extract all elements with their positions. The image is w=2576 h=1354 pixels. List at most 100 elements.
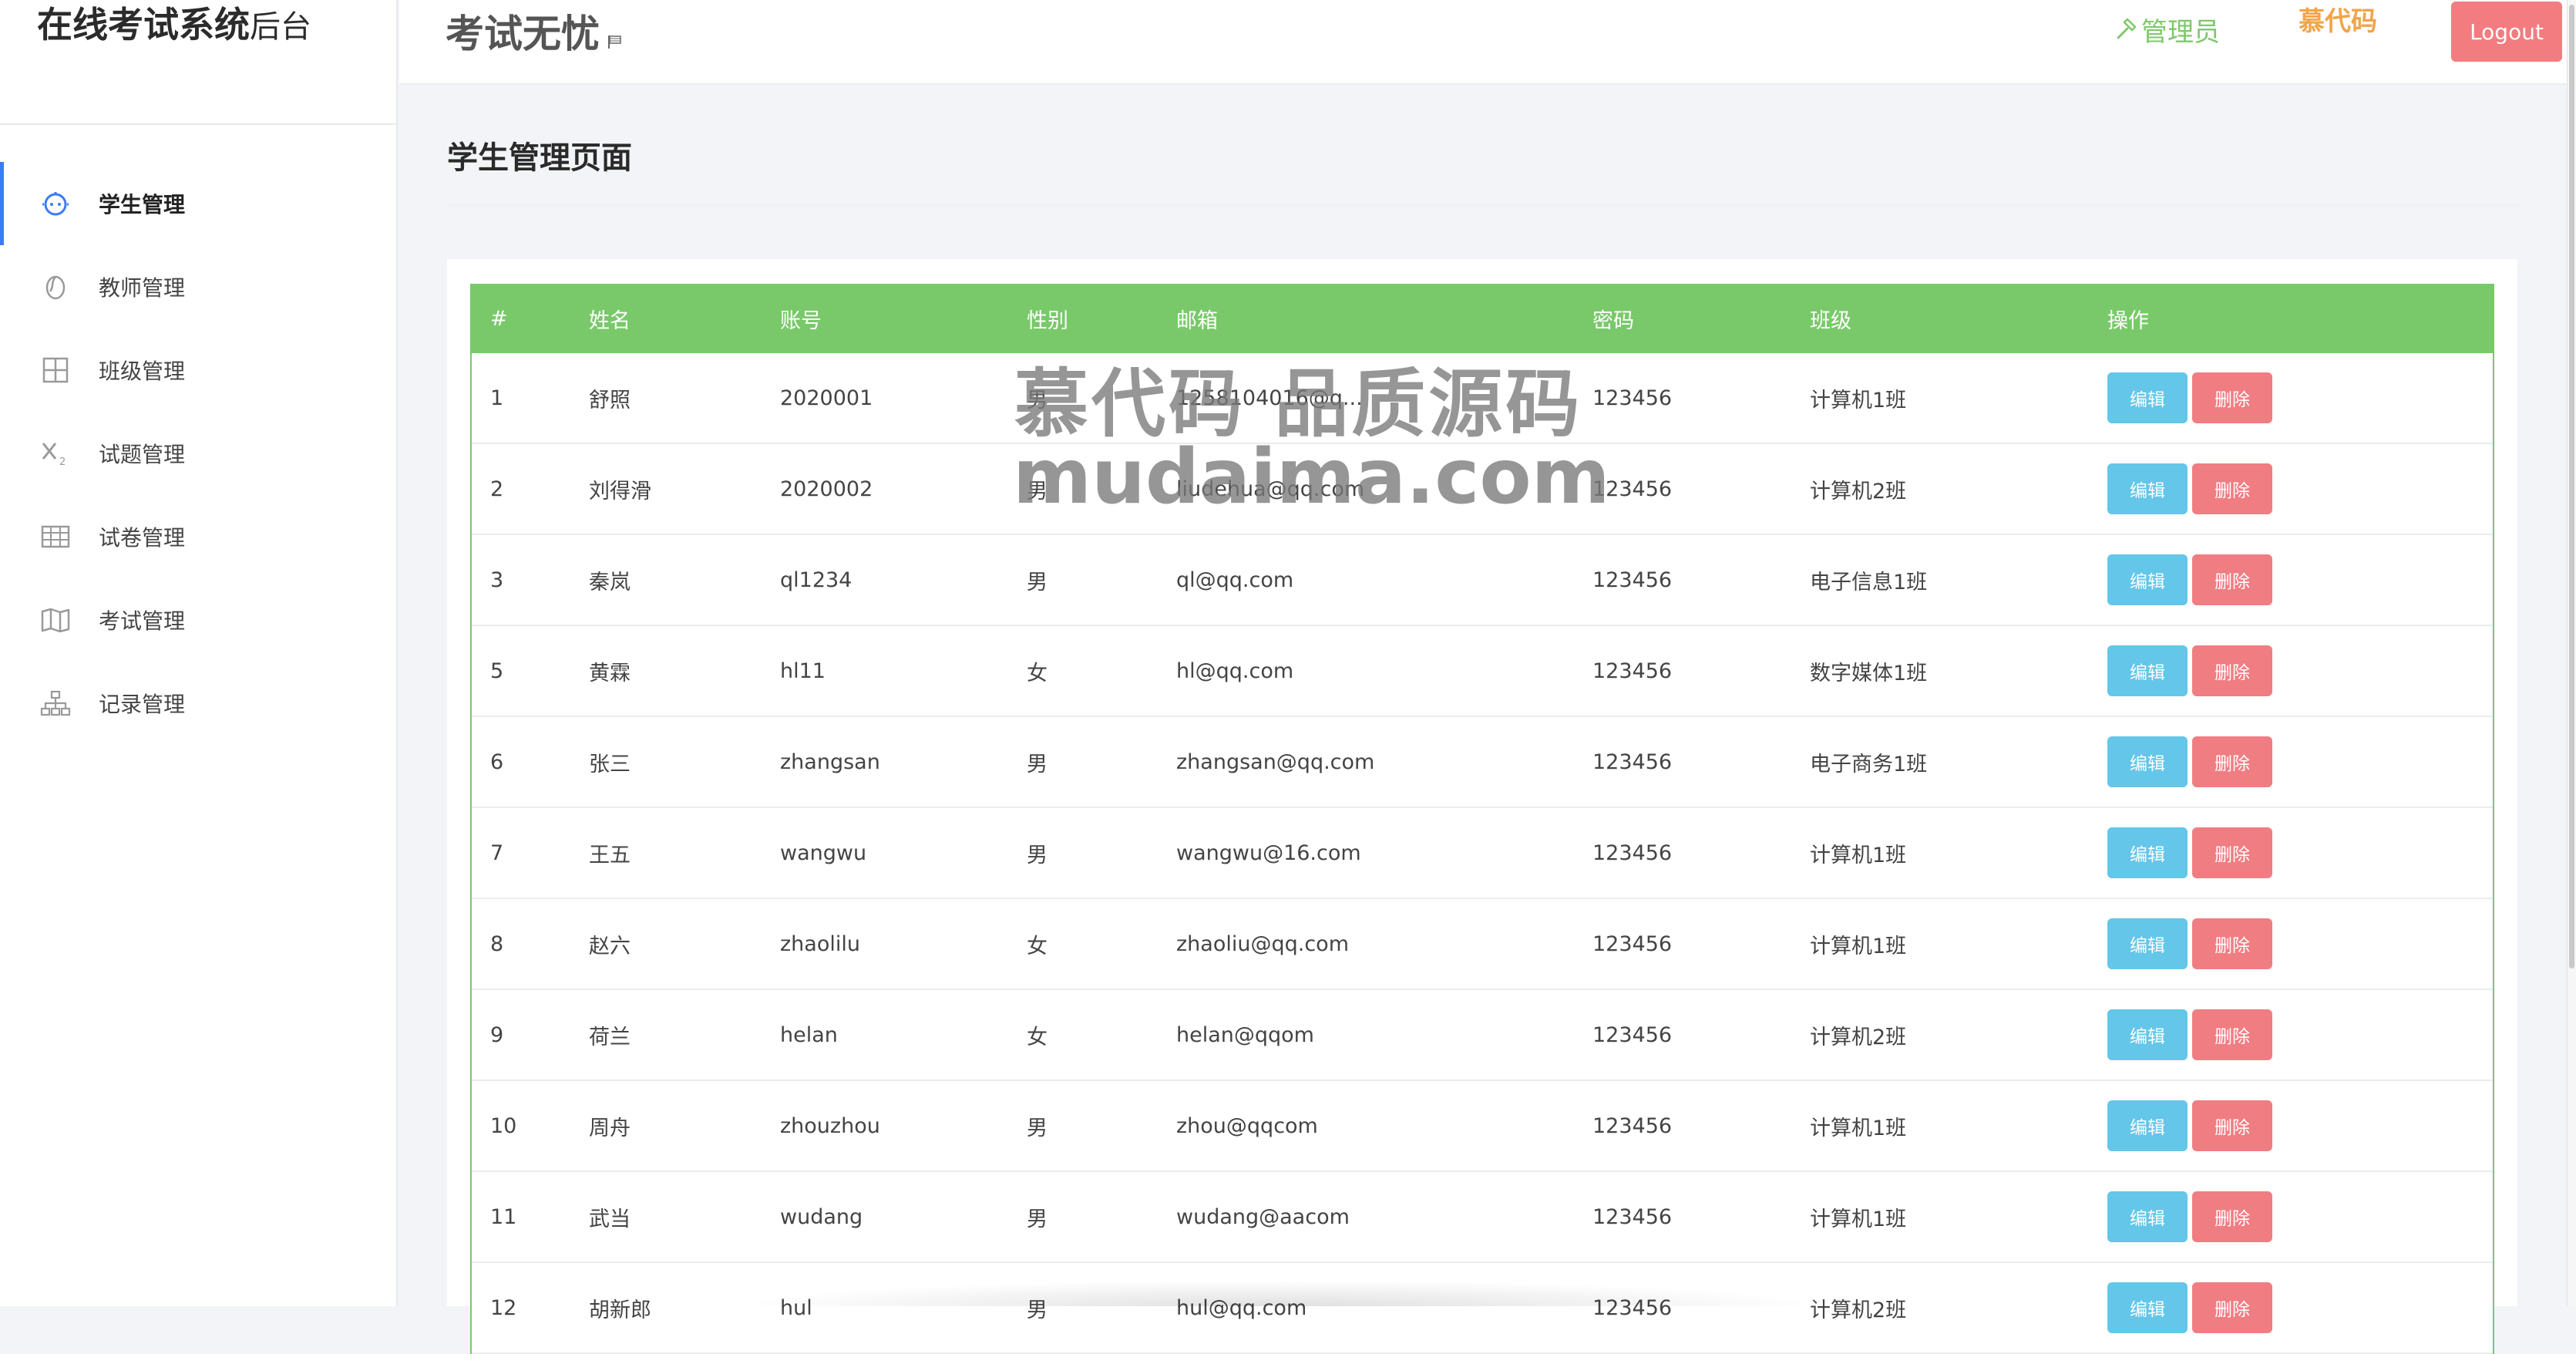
cell-index: 6: [490, 749, 504, 774]
edit-button[interactable]: 编辑: [2107, 463, 2188, 514]
logout-button[interactable]: Logout: [2451, 2, 2562, 62]
sidebar-nav: 学生管理 教师管理 班级管理 2 试题管理 试卷管理 考试管理 记录管理: [0, 162, 398, 745]
cell-account: helan: [780, 1022, 838, 1047]
cell-gender: 男: [1027, 1207, 1048, 1231]
cell-email: zhangsan@qq.com: [1176, 749, 1375, 774]
sidebar-item-questions[interactable]: 2 试题管理: [0, 412, 398, 495]
cell-account: 2020001: [780, 386, 873, 410]
cell-index: 12: [490, 1295, 517, 1320]
cell-name: 舒照: [589, 388, 631, 413]
edit-button[interactable]: 编辑: [2107, 1100, 2188, 1151]
sidebar-item-exams[interactable]: 考试管理: [0, 578, 398, 662]
cell-account: ql1234: [780, 568, 853, 592]
edit-button[interactable]: 编辑: [2107, 827, 2188, 878]
sidebar-divider: [0, 123, 398, 125]
cell-actions: 编辑 删除: [2107, 645, 2493, 696]
delete-button[interactable]: 删除: [2192, 463, 2272, 514]
cell-email: helan@qqom: [1176, 1022, 1314, 1047]
sidebar-item-teacher[interactable]: 教师管理: [0, 245, 398, 328]
cell-email: wudang@aacom: [1176, 1204, 1350, 1229]
cell-name: 赵六: [589, 934, 631, 958]
cell-password: 123456: [1592, 658, 1673, 683]
column-header-class: 班级: [1810, 308, 1851, 333]
flag-icon: [607, 14, 623, 59]
cell-index: 3: [490, 568, 504, 592]
delete-button[interactable]: 删除: [2192, 1100, 2272, 1151]
delete-button[interactable]: 删除: [2192, 1191, 2272, 1242]
brand-subtitle: 后台: [250, 9, 311, 45]
map-icon: [40, 605, 71, 635]
cell-class: 计算机1班: [1810, 1116, 1907, 1140]
edit-button[interactable]: 编辑: [2107, 372, 2188, 423]
cell-class: 计算机2班: [1810, 1025, 1907, 1049]
cell-actions: 编辑 删除: [2107, 1191, 2493, 1242]
cell-actions: 编辑 删除: [2107, 736, 2493, 787]
scrollbar-thumb[interactable]: [2569, 5, 2574, 968]
cell-index: 5: [490, 658, 504, 683]
cell-email: ql@qq.com: [1176, 568, 1294, 592]
delete-button[interactable]: 删除: [2192, 645, 2272, 696]
cell-class: 电子信息1班: [1810, 570, 1928, 594]
table-header: # 姓名 账号 性别 邮箱 密码 班级 操作: [472, 284, 2493, 353]
cell-account: wudang: [780, 1204, 863, 1229]
cell-password: 123456: [1592, 1022, 1673, 1047]
edit-button[interactable]: 编辑: [2107, 736, 2188, 787]
cell-index: 7: [490, 840, 504, 865]
cell-actions: 编辑 删除: [2107, 827, 2493, 878]
table-row: 8 赵六 zhaolilu 女 zhaoliu@qq.com 123456 计算机1班 编辑删…: [472, 899, 2493, 990]
site-brand[interactable]: 慕代码: [2299, 0, 2377, 38]
cell-index: 10: [490, 1113, 517, 1138]
header-title-text: 考试无忧: [446, 12, 600, 56]
cell-password: 123456: [1592, 840, 1673, 865]
header-title: 考试无忧: [446, 3, 623, 59]
delete-button[interactable]: 删除: [2192, 372, 2272, 423]
edit-button[interactable]: 编辑: [2107, 554, 2188, 605]
delete-button[interactable]: 删除: [2192, 1282, 2272, 1333]
bottom-shadow: [732, 1280, 1827, 1306]
cell-name: 刘得滑: [589, 479, 651, 504]
table-row: 12 胡新郎 hul 男 hul@qq.com 123456 计算机2班 编辑 删除: [472, 1263, 2493, 1354]
delete-button[interactable]: 删除: [2192, 827, 2272, 878]
admin-link[interactable]: 管理员: [2114, 11, 2220, 49]
cell-class: 计算机2班: [1810, 1298, 1907, 1322]
cell-email: wangwu@16.com: [1176, 840, 1361, 865]
edit-button[interactable]: 编辑: [2107, 645, 2188, 696]
column-header-index: #: [490, 306, 508, 331]
sidebar-item-student[interactable]: 学生管理: [0, 162, 398, 245]
table-row: 9 荷兰 helan 女 helan@qqom 123456 计算机2班 编辑 删除: [472, 990, 2493, 1081]
teacher-icon: [40, 271, 71, 302]
title-divider: [447, 204, 2521, 208]
table-icon: [40, 521, 71, 552]
cell-name: 周舟: [589, 1116, 631, 1140]
cell-password: 123456: [1592, 749, 1673, 774]
cell-password: 123456: [1592, 568, 1673, 592]
cell-email: hl@qq.com: [1176, 658, 1294, 683]
cell-name: 秦岚: [589, 570, 631, 594]
delete-button[interactable]: 删除: [2192, 736, 2272, 787]
sidebar-item-class[interactable]: 班级管理: [0, 328, 398, 412]
sidebar: 在线考试系统 后台 学生管理 教师管理 班级管理 2 试题管理 试卷管理 考试管…: [0, 0, 398, 1306]
cell-actions: 编辑 删除: [2107, 463, 2493, 514]
cell-account: 2020002: [780, 477, 873, 501]
cell-actions: 编辑 删除: [2107, 918, 2493, 969]
admin-label: 管理员: [2141, 17, 2220, 48]
sidebar-item-label: 学生管理: [99, 192, 186, 217]
edit-button[interactable]: 编辑: [2107, 918, 2188, 969]
cell-class: 数字媒体1班: [1810, 661, 1928, 685]
cell-class: 计算机1班: [1810, 388, 1907, 413]
app-brand: 在线考试系统 后台: [37, 0, 311, 62]
delete-button[interactable]: 删除: [2192, 554, 2272, 605]
edit-button[interactable]: 编辑: [2107, 1282, 2188, 1333]
sidebar-item-papers[interactable]: 试卷管理: [0, 495, 398, 578]
cell-index: 1: [490, 386, 504, 410]
edit-button[interactable]: 编辑: [2107, 1009, 2188, 1060]
delete-button[interactable]: 删除: [2192, 918, 2272, 969]
cell-email: zhou@qqcom: [1176, 1113, 1318, 1138]
column-header-gender: 性别: [1027, 308, 1068, 333]
cell-actions: 编辑 删除: [2107, 1282, 2493, 1333]
sidebar-item-records[interactable]: 记录管理: [0, 662, 398, 745]
edit-button[interactable]: 编辑: [2107, 1191, 2188, 1242]
delete-button[interactable]: 删除: [2192, 1009, 2272, 1060]
hammer-icon: [2117, 18, 2137, 39]
cell-gender: 男: [1027, 752, 1048, 776]
